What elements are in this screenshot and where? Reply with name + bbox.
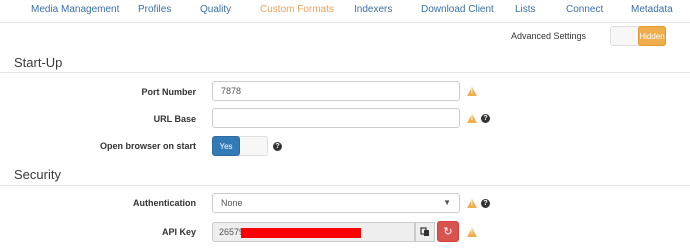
url-base-label: URL Base — [153, 114, 196, 124]
tab-media-management[interactable]: Media Management — [31, 4, 119, 15]
advanced-settings-label: Advanced Settings — [510, 31, 586, 41]
warning-icon — [467, 87, 477, 96]
api-key-label: API Key — [161, 227, 196, 237]
port-number-input[interactable] — [212, 81, 460, 101]
section-divider — [0, 185, 690, 186]
api-key-redaction — [241, 228, 361, 238]
section-title-security: Security — [14, 167, 61, 182]
advanced-settings: Advanced Settings Hidden — [511, 26, 666, 46]
api-key-field[interactable]: 26579 — [212, 222, 415, 242]
help-icon[interactable]: ? — [481, 199, 490, 208]
settings-tabs: Media Management Profiles Quality Custom… — [0, 0, 690, 23]
help-icon[interactable]: ? — [481, 114, 490, 123]
tab-indexers[interactable]: Indexers — [354, 4, 392, 15]
copy-api-key-button[interactable] — [415, 222, 435, 242]
url-base-input[interactable] — [212, 108, 460, 128]
tab-metadata[interactable]: Metadata — [631, 4, 673, 15]
caret-down-icon: ▼ — [443, 198, 451, 207]
open-browser-state: Yes — [212, 136, 240, 156]
tab-connect[interactable]: Connect — [566, 4, 603, 15]
authentication-select[interactable]: None ▼ — [212, 193, 460, 213]
authentication-label: Authentication — [133, 198, 196, 208]
section-title-startup: Start-Up — [14, 55, 63, 70]
refresh-icon: ↻ — [443, 226, 453, 238]
regenerate-api-key-button[interactable]: ↻ — [437, 221, 459, 242]
open-browser-toggle[interactable]: Yes — [212, 136, 268, 156]
authentication-value: None — [221, 198, 243, 208]
tab-quality[interactable]: Quality — [200, 4, 231, 15]
section-divider — [0, 72, 690, 73]
warning-icon — [467, 114, 477, 123]
warning-icon — [467, 199, 477, 208]
tab-profiles[interactable]: Profiles — [138, 4, 171, 15]
help-icon[interactable]: ? — [273, 142, 282, 151]
tab-lists[interactable]: Lists — [515, 4, 536, 15]
advanced-settings-state: Hidden — [638, 26, 666, 46]
advanced-settings-toggle[interactable]: Hidden — [610, 26, 666, 46]
warning-icon — [467, 228, 477, 237]
tab-download-client[interactable]: Download Client — [421, 4, 494, 15]
open-browser-label: Open browser on start — [99, 141, 196, 151]
copy-icon — [420, 227, 429, 236]
tab-custom-formats[interactable]: Custom Formats — [260, 4, 334, 15]
port-number-label: Port Number — [141, 87, 196, 97]
